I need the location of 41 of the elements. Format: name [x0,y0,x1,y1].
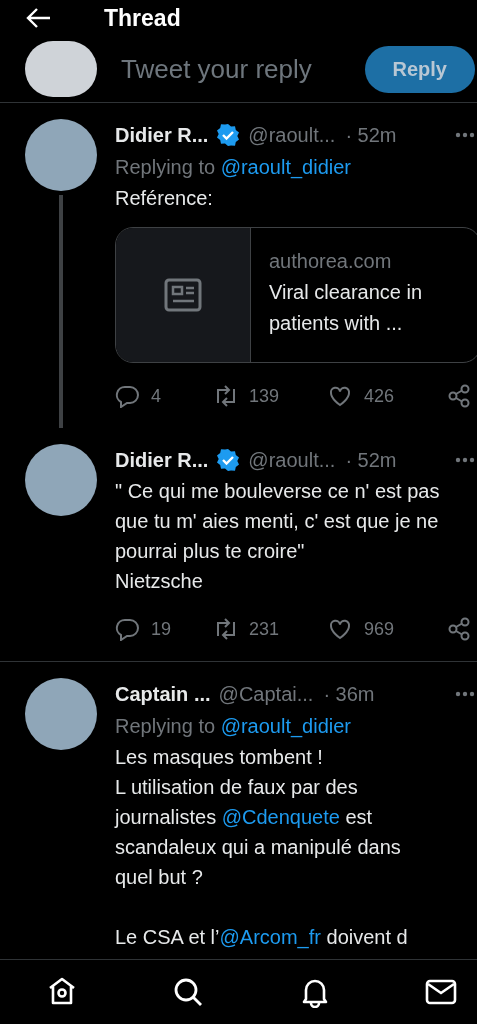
replying-to-text: Replying to @raoult_didier [115,714,352,740]
link-title: Viral clearance in patients with ... [269,280,423,336]
timestamp: · 52m [345,448,397,472]
share-icon[interactable] [448,617,470,641]
timestamp: · 52m [345,123,397,147]
timestamp: · 36m [323,682,375,706]
author-handle: @Captai... [218,682,314,706]
like-icon[interactable] [328,617,352,641]
author-name[interactable]: Didier R... [115,448,209,472]
tweet-text: " Ce qui me bouleverse ce n' est pas que tu m' aies menti, c' est que je ne pourrai plus te croire" Nietzsche [115,479,441,594]
link-domain: authorea.com [269,250,393,273]
article-icon [164,278,202,312]
mention-link[interactable]: @Cdenquete [221,806,340,828]
reply-count: 4 [151,385,161,407]
more-options-icon[interactable] [455,691,475,697]
author-handle: @raoult... [248,448,336,472]
mention-link[interactable]: @raoult_didier [220,715,351,737]
tweet-text: Le CSA et l’@Arcom_fr doivent d [115,925,409,951]
share-icon[interactable] [448,384,470,408]
reply-icon[interactable] [115,617,139,641]
mention-link[interactable]: @raoult_didier [220,156,351,178]
tweet-text: Reférence: [115,186,214,211]
back-arrow-icon[interactable] [26,7,52,29]
author-name[interactable]: Didier R... [115,123,209,147]
author-name[interactable]: Captain ... [115,682,211,706]
retweet-count: 231 [249,618,280,640]
reply-count: 19 [151,618,172,640]
like-icon[interactable] [328,384,352,408]
like-count: 426 [364,385,395,407]
replying-to-text: Replying to @raoult_didier [115,155,352,181]
author-handle: @raoult... [248,123,336,147]
avatar-photo-placeholder [25,41,97,97]
mention-link[interactable]: @Arcom_fr [219,926,321,948]
more-options-icon[interactable] [455,457,475,463]
retweet-count: 139 [249,385,280,407]
reply-icon[interactable] [115,384,139,408]
page-title: Thread [104,4,181,32]
more-options-icon[interactable] [455,132,475,138]
tweet-text: Les masques tombent ! L utilisation de faux par des journalistes @Cdenquete est scandaleux qui a manipulé dans quel but ? [115,745,402,890]
reply-input-field[interactable]: Tweet your reply [119,52,343,86]
like-count: 969 [364,618,395,640]
